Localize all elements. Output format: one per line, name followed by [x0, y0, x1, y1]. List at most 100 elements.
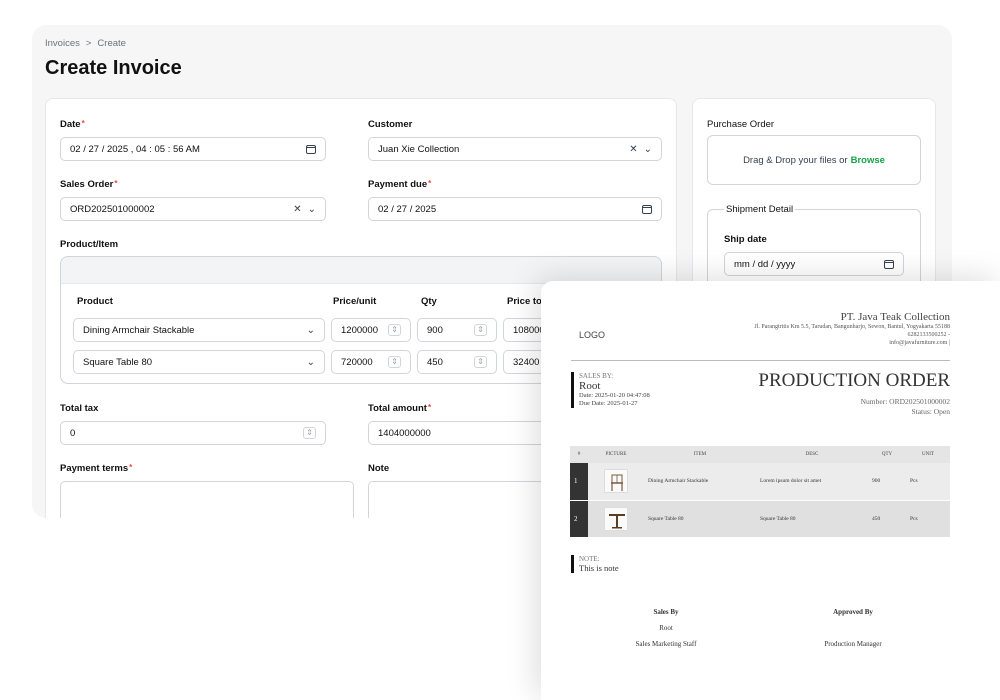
- column-header-product: Product: [77, 296, 113, 307]
- company-address: Jl. Parangtritis Km 5.5, Tarudan, Bangun…: [754, 324, 950, 330]
- item-qty: 900: [868, 463, 906, 501]
- row-number: 1: [570, 463, 588, 501]
- payment-terms-label: Payment terms*: [60, 463, 133, 474]
- payment-terms-textarea[interactable]: [60, 481, 354, 518]
- item-name: Square Table 80: [644, 500, 756, 538]
- item-picture-cell: [588, 463, 644, 501]
- qty-input-row-2[interactable]: 450 ⇕: [417, 350, 497, 374]
- table-row: 2 Square Table 80 Square Table 80 450 Pc…: [570, 500, 950, 538]
- payment-due-label: Payment due*: [368, 179, 432, 190]
- column-header-qty: QTY: [868, 446, 906, 463]
- chevron-down-icon[interactable]: ⌄: [644, 144, 652, 155]
- column-header-desc: DESC: [756, 446, 868, 463]
- item-unit: Pcs: [906, 463, 950, 501]
- payment-due-input[interactable]: 02 / 27 / 2025: [368, 197, 662, 221]
- total-tax-input[interactable]: 0 ⇕: [60, 421, 326, 445]
- column-header-price-total: Price tot: [507, 296, 546, 307]
- product-select-row-2[interactable]: Square Table 80 ⌄: [73, 350, 325, 374]
- header-divider: [571, 360, 950, 361]
- stepper-icon[interactable]: ⇕: [388, 356, 401, 368]
- stepper-icon[interactable]: ⇕: [303, 427, 316, 439]
- product-select-row-1[interactable]: Dining Armchair Stackable ⌄: [73, 318, 325, 342]
- column-header-number: #: [570, 446, 588, 463]
- column-header-picture: PICTURE: [588, 446, 644, 463]
- approved-by-spacer: [783, 624, 923, 632]
- sales-by-heading: Sales By: [653, 608, 679, 616]
- chair-image: [604, 469, 628, 494]
- sales-order-label: Sales Order*: [60, 179, 118, 190]
- column-header-qty: Qty: [421, 296, 437, 307]
- browse-link[interactable]: Browse: [851, 155, 885, 166]
- note-text: This is note: [579, 563, 619, 573]
- sales-by-caption: SALES BY:: [579, 372, 614, 380]
- logo: LOGO: [579, 330, 606, 340]
- item-name: Dining Armchair Stackable: [644, 463, 756, 501]
- chevron-down-icon[interactable]: ⌄: [307, 357, 315, 368]
- note-caption: NOTE:: [579, 555, 600, 563]
- note-block: NOTE: This is note: [571, 555, 619, 573]
- column-header-unit: UNIT: [906, 446, 950, 463]
- stepper-icon[interactable]: ⇕: [474, 324, 487, 336]
- clear-icon[interactable]: ✕: [629, 144, 637, 155]
- date-input[interactable]: 02 / 27 / 2025 , 04 : 05 : 56 AM: [60, 137, 326, 161]
- approved-by-heading: Approved By: [833, 608, 873, 616]
- sales-by-block: SALES BY: Root Date: 2025-01-20 04:47:08…: [571, 372, 650, 408]
- breadcrumb-invoices-link[interactable]: Invoices: [45, 38, 80, 49]
- file-dropzone[interactable]: Drag & Drop your files or Browse: [707, 135, 921, 185]
- customer-select[interactable]: Juan Xie Collection ✕ ⌄: [368, 137, 662, 161]
- breadcrumb-separator: >: [85, 38, 92, 49]
- product-item-label: Product/Item: [60, 239, 119, 250]
- date-label: Date*: [60, 119, 85, 130]
- stepper-icon[interactable]: ⇕: [388, 324, 401, 336]
- document-title: PRODUCTION ORDER: [758, 370, 950, 391]
- table-row: 1 Dining Armchair Stackable Lorem ipsum …: [570, 463, 950, 501]
- stepper-icon[interactable]: ⇕: [474, 356, 487, 368]
- calendar-icon[interactable]: [884, 259, 894, 269]
- ship-date-input[interactable]: mm / dd / yyyy: [724, 252, 904, 276]
- chevron-down-icon[interactable]: ⌄: [307, 325, 315, 336]
- sales-by-name: Root: [579, 380, 601, 392]
- table-image: [604, 506, 628, 531]
- company-phone: 6282133500252 -: [907, 332, 951, 338]
- approved-by-signature: Approved By Production Manager: [783, 608, 923, 648]
- item-desc: Lorem ipsum dolor sit amet: [756, 463, 868, 501]
- total-tax-label: Total tax: [60, 403, 99, 414]
- item-unit: Pcs: [906, 500, 950, 538]
- clear-icon[interactable]: ✕: [293, 204, 301, 215]
- order-number: Number: ORD202501000002: [860, 397, 950, 406]
- calendar-icon[interactable]: [306, 144, 316, 154]
- sales-by-role: Sales Marketing Staff: [635, 640, 697, 648]
- purchase-order-label: Purchase Order: [707, 119, 775, 130]
- order-items-table: # PICTURE ITEM DESC QTY UNIT 1 Dining Ar…: [570, 446, 950, 538]
- item-picture-cell: [588, 500, 644, 538]
- breadcrumb: Invoices > Create: [45, 38, 126, 49]
- page-title: Create Invoice: [45, 57, 182, 79]
- calendar-icon[interactable]: [642, 204, 652, 214]
- item-desc: Square Table 80: [756, 500, 868, 538]
- note-label: Note: [368, 463, 390, 474]
- column-header-item: ITEM: [644, 446, 756, 463]
- customer-label: Customer: [368, 119, 413, 130]
- production-order-document: LOGO PT. Java Teak Collection Jl. Parang…: [541, 281, 1000, 700]
- ship-date-label: Ship date: [724, 234, 767, 245]
- company-header: PT. Java Teak Collection Jl. Parangtriti…: [630, 311, 950, 347]
- due-date: Due Date: 2025-01-27: [579, 400, 638, 407]
- breadcrumb-current: Create: [97, 38, 126, 49]
- order-status: Status: Open: [911, 407, 950, 416]
- price-unit-input-row-2[interactable]: 720000 ⇕: [331, 350, 411, 374]
- price-unit-input-row-1[interactable]: 1200000 ⇕: [331, 318, 411, 342]
- shipment-detail-label: Shipment Detail: [724, 204, 796, 215]
- row-number: 2: [570, 500, 588, 538]
- column-header-price-unit: Price/unit: [333, 296, 377, 307]
- order-date: Date: 2025-01-20 04:47:08: [579, 392, 650, 399]
- dropzone-text: Drag & Drop your files or: [743, 154, 848, 166]
- sales-by-person: Root: [659, 624, 673, 632]
- sales-by-signature: Sales By Root Sales Marketing Staff: [596, 608, 736, 648]
- approved-by-role: Production Manager: [824, 640, 882, 648]
- qty-input-row-1[interactable]: 900 ⇕: [417, 318, 497, 342]
- chevron-down-icon[interactable]: ⌄: [308, 204, 316, 215]
- company-email: info@javafurniture.com |: [889, 340, 950, 346]
- company-name: PT. Java Teak Collection: [840, 311, 950, 323]
- item-qty: 450: [868, 500, 906, 538]
- sales-order-select[interactable]: ORD202501000002 ✕ ⌄: [60, 197, 326, 221]
